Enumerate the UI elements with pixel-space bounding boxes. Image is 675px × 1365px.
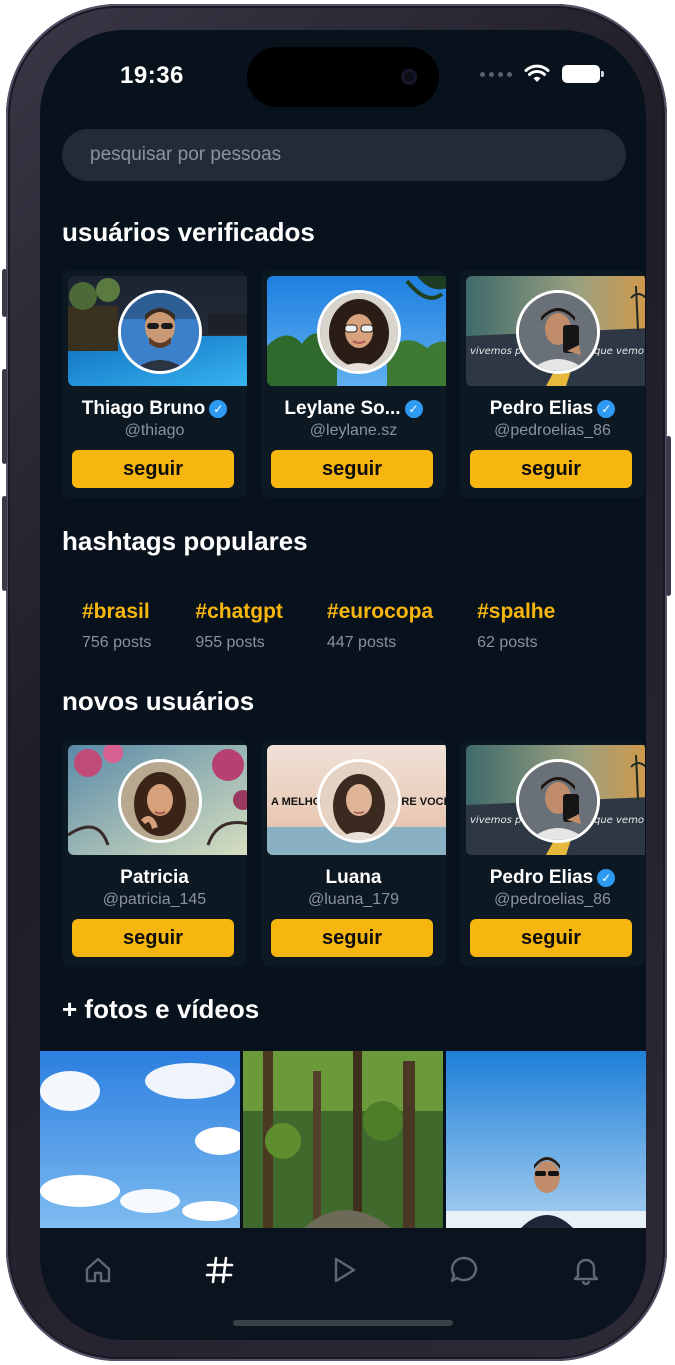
volume-up-button — [2, 369, 7, 464]
verified-badge-icon: ✓ — [597, 869, 616, 887]
user-handle: @thiago — [124, 422, 185, 439]
user-card[interactable]: Patricia @patricia_145 seguir — [62, 739, 247, 967]
section-title-verified: usuários verificados — [62, 217, 315, 247]
hashtag-count: 756 posts — [82, 634, 152, 651]
user-card[interactable]: Leylane So... ✓ @leylane.sz seguir — [261, 270, 446, 498]
user-handle: @pedroelias_86 — [494, 891, 611, 908]
status-time: 19:36 — [120, 62, 184, 89]
hashtag-label: #spalhe — [477, 600, 556, 623]
tab-notifications[interactable] — [566, 1250, 606, 1290]
avatar — [118, 759, 202, 843]
avatar — [516, 759, 600, 843]
app-screen: 19:36 pesquisar por pessoas usuários ver… — [40, 30, 646, 1340]
avatar — [516, 290, 600, 374]
action-button — [2, 269, 7, 317]
section-title-media: + fotos e vídeos — [62, 994, 260, 1024]
banner-text-left: vivemos p — [470, 815, 521, 826]
battery-icon — [562, 65, 604, 83]
media-thumbnail[interactable] — [40, 1051, 240, 1229]
status-icons — [480, 64, 604, 84]
hashtag-list: #brasil 756 posts #chatgpt 955 posts #eu… — [82, 600, 599, 652]
verified-users-row[interactable]: Thiago Bruno ✓ @thiago seguir Leylane So… — [62, 270, 645, 498]
tab-videos[interactable] — [324, 1250, 364, 1290]
banner-text-right: que vemo — [594, 815, 644, 826]
section-title-hashtags: hashtags populares — [62, 526, 308, 556]
hashtag-item[interactable]: #brasil 756 posts — [82, 600, 151, 652]
user-handle: @luana_179 — [308, 891, 399, 908]
user-card[interactable]: vivemos p que vemo Pedro Elias ✓ @pedroe… — [460, 739, 645, 967]
user-handle: @pedroelias_86 — [494, 422, 611, 439]
media-thumbnail[interactable] — [446, 1051, 646, 1229]
section-title-new-users: novos usuários — [62, 686, 255, 716]
media-grid — [40, 1051, 646, 1229]
tab-messages[interactable] — [444, 1250, 484, 1290]
verified-badge-icon: ✓ — [209, 400, 228, 418]
chat-bubble-icon — [450, 1256, 478, 1283]
banner-text-left: vivemos p — [470, 346, 521, 357]
media-thumbnail[interactable] — [243, 1051, 443, 1229]
banner-text-right: que vemo — [594, 346, 644, 357]
user-card[interactable]: A MELHOR IPRE VOCÊ. Luana @luana_179 se — [261, 739, 446, 967]
hashtag-item[interactable]: #chatgpt 955 posts — [195, 600, 283, 652]
user-name: Luana — [325, 867, 382, 888]
user-card[interactable]: vivemos p que vemo Pedro Elias ✓ @pedroe… — [460, 270, 645, 498]
search-input[interactable]: pesquisar por pessoas — [62, 129, 626, 181]
cellular-icon — [480, 71, 512, 77]
hashtag-item[interactable]: #eurocopa 447 posts — [327, 600, 433, 652]
phone-frame: 19:36 pesquisar por pessoas usuários ver… — [2, 4, 671, 1361]
follow-button[interactable]: seguir — [72, 450, 234, 488]
bell-icon — [573, 1258, 599, 1285]
user-name: Patricia — [120, 867, 189, 888]
user-name: Pedro Elias ✓ — [460, 867, 645, 889]
hashtag-item[interactable]: #spalhe 62 posts — [477, 600, 555, 652]
follow-button[interactable]: seguir — [470, 450, 632, 488]
hashtag-count: 62 posts — [477, 634, 538, 651]
follow-button[interactable]: seguir — [271, 919, 433, 957]
follow-button[interactable]: seguir — [470, 919, 632, 957]
hashtag-label: #chatgpt — [195, 600, 283, 623]
home-indicator — [233, 1320, 453, 1326]
follow-button[interactable]: seguir — [72, 919, 234, 957]
power-button — [666, 436, 671, 596]
volume-down-button — [2, 496, 7, 591]
verified-badge-icon: ✓ — [597, 400, 616, 418]
user-handle: @leylane.sz — [309, 422, 398, 439]
home-icon — [85, 1257, 111, 1283]
tab-explore[interactable] — [200, 1250, 240, 1290]
hashtag-label: #eurocopa — [326, 600, 434, 623]
new-users-row[interactable]: Patricia @patricia_145 seguir A MELHOR I… — [62, 739, 645, 967]
hashtag-label: #brasil — [82, 600, 150, 623]
avatar — [118, 290, 202, 374]
hashtag-count: 955 posts — [195, 634, 265, 651]
hashtag-icon — [205, 1256, 234, 1284]
user-card[interactable]: Thiago Bruno ✓ @thiago seguir — [62, 270, 247, 498]
follow-button[interactable]: seguir — [271, 450, 433, 488]
wifi-icon — [524, 64, 550, 82]
avatar — [317, 759, 401, 843]
user-name: Leylane So... ✓ — [261, 398, 446, 420]
user-name: Thiago Bruno ✓ — [62, 398, 247, 420]
avatar — [317, 290, 401, 374]
tab-home[interactable] — [78, 1250, 118, 1290]
play-icon — [334, 1257, 356, 1283]
verified-badge-icon: ✓ — [404, 400, 423, 418]
user-name: Pedro Elias ✓ — [460, 398, 645, 420]
hashtag-count: 447 posts — [326, 634, 397, 651]
dynamic-island — [247, 47, 439, 107]
user-handle: @patricia_145 — [102, 891, 207, 908]
